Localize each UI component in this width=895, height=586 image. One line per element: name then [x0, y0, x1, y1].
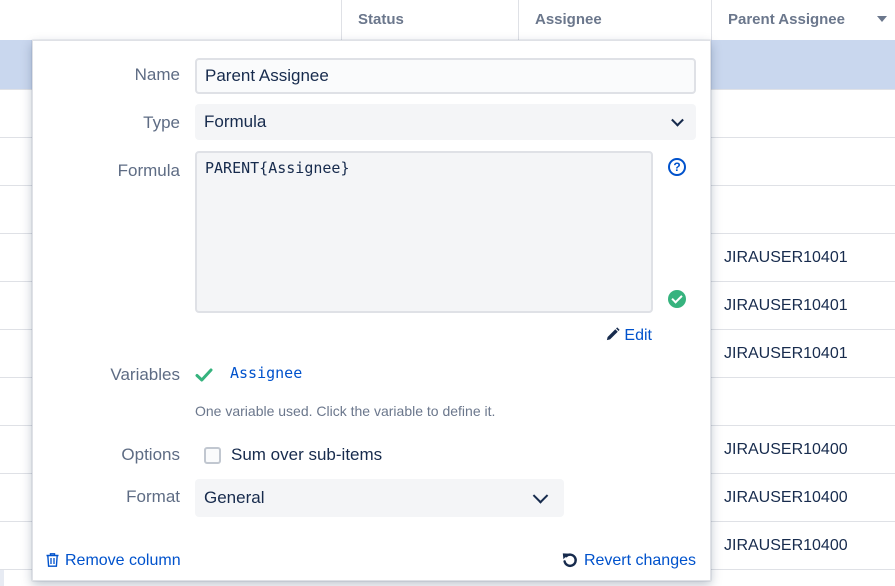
variables-label: Variables — [110, 365, 180, 384]
trash-icon — [46, 553, 59, 567]
column-header-assignee[interactable]: Assignee — [518, 0, 711, 40]
remove-column-label: Remove column — [65, 552, 181, 569]
formula-label: Formula — [117, 161, 180, 180]
parent-assignee-cell: JIRAUSER10401 — [724, 345, 848, 362]
undo-icon — [562, 553, 577, 568]
parent-assignee-cell: JIRAUSER10400 — [724, 537, 848, 554]
chevron-down-icon — [532, 488, 549, 504]
options-label: Options — [121, 445, 180, 464]
parent-assignee-cell: JIRAUSER10401 — [724, 297, 848, 314]
format-label: Format — [126, 487, 180, 506]
column-header-parent-assignee[interactable]: Parent Assignee — [711, 0, 895, 40]
column-editor-panel: Name Type Formula Formula PARENT{Assigne… — [32, 40, 711, 581]
format-select[interactable]: General — [195, 479, 564, 517]
column-header-status-label: Status — [358, 11, 404, 28]
formula-editor[interactable]: PARENT{Assignee} — [195, 151, 653, 313]
column-header-parent-assignee-label: Parent Assignee — [728, 11, 845, 28]
revert-changes-label: Revert changes — [583, 552, 696, 569]
format-select-value: General — [204, 488, 265, 507]
remove-column-link[interactable]: Remove column — [46, 552, 181, 570]
structure-view: Status Assignee Parent Assignee JIRAUSER… — [0, 0, 895, 586]
help-circle-icon[interactable]: ? — [668, 158, 686, 176]
table-header: Status Assignee Parent Assignee — [0, 0, 895, 41]
sum-over-subitems-label[interactable]: Sum over sub-items — [231, 445, 382, 465]
sum-over-subitems-checkbox[interactable] — [204, 447, 221, 464]
parent-assignee-cell: JIRAUSER10400 — [724, 489, 848, 506]
help-glyph: ? — [673, 160, 681, 174]
type-select[interactable]: Formula — [195, 104, 696, 140]
pencil-icon — [607, 327, 621, 341]
edit-formula-link[interactable]: Edit — [605, 327, 652, 345]
edit-formula-label: Edit — [624, 327, 652, 344]
name-input[interactable] — [195, 58, 696, 94]
revert-changes-link[interactable]: Revert changes — [562, 552, 696, 570]
variable-assignee-link[interactable]: Assignee — [230, 364, 302, 382]
check-icon — [195, 368, 213, 382]
column-header-status[interactable]: Status — [341, 0, 518, 40]
formula-text: PARENT{Assignee} — [205, 159, 350, 177]
check-circle-icon — [668, 290, 686, 308]
column-header-assignee-label: Assignee — [535, 11, 602, 28]
type-label: Type — [143, 113, 180, 132]
chevron-down-icon — [671, 113, 684, 127]
type-select-value: Formula — [204, 112, 267, 131]
parent-assignee-cell: JIRAUSER10400 — [724, 441, 848, 458]
parent-assignee-cell: JIRAUSER10401 — [724, 249, 848, 266]
name-label: Name — [134, 65, 180, 84]
caret-down-icon[interactable] — [877, 16, 887, 22]
variables-hint: One variable used. Click the variable to… — [195, 403, 496, 419]
